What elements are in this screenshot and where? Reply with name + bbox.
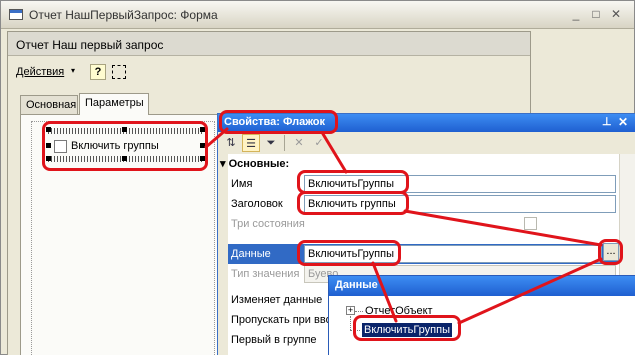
outer-window: Отчет НашПервыйЗапрос: Форма _ □ ✕ Отчет…: [0, 0, 635, 355]
annotation-arrow: [457, 257, 603, 325]
annotation-box: [297, 240, 401, 266]
tab-parameters-label: Параметры: [85, 97, 144, 109]
annotation-box: [219, 110, 338, 134]
annotation-arrow: [371, 261, 398, 323]
annotation-box: [598, 239, 623, 265]
annotation-arrow: [321, 132, 348, 174]
annotation-arrow: [403, 209, 603, 247]
annotation-box: [353, 315, 461, 341]
tab-parameters[interactable]: Параметры: [79, 93, 149, 115]
annotation-box: [297, 191, 409, 215]
annotation-box: [42, 121, 208, 171]
